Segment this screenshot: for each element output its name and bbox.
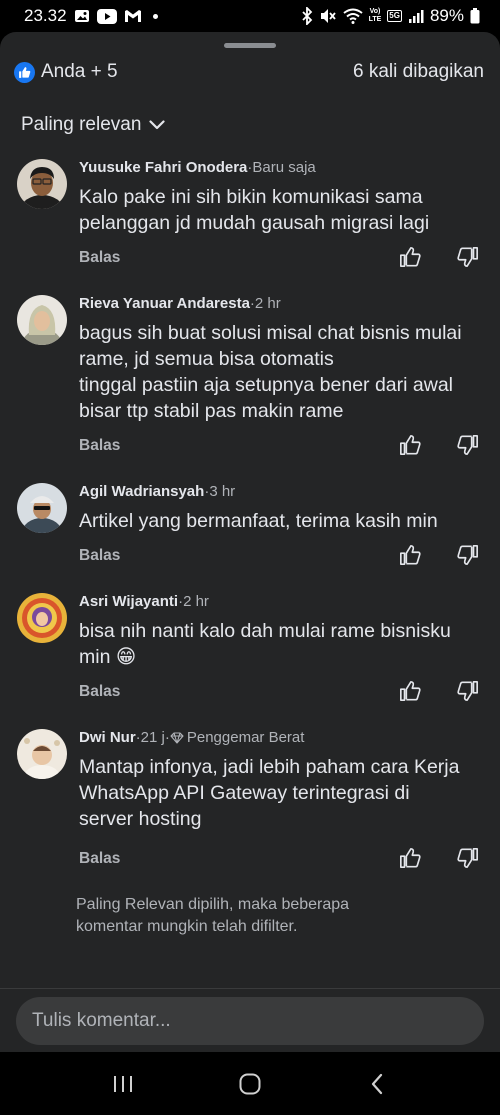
avatar[interactable]: [17, 295, 67, 345]
comment-header: Dwi Nur · 21 j · Penggemar Berat: [79, 729, 304, 746]
avatar[interactable]: [17, 729, 67, 779]
avatar[interactable]: [17, 593, 67, 643]
comment-header: Yuusuke Fahri Onodera · Baru saja: [79, 159, 316, 176]
reactions-summary[interactable]: Anda + 5: [14, 61, 118, 83]
reactions-row: Anda + 5 6 kali dibagikan: [14, 58, 484, 86]
thumbs-down-icon[interactable]: [456, 543, 480, 567]
comment-input[interactable]: Tulis komentar...: [16, 997, 484, 1045]
gallery-icon: [74, 8, 90, 24]
comment-time: Baru saja: [252, 159, 316, 176]
thumbs-up-icon[interactable]: [398, 433, 422, 457]
comment-author[interactable]: Dwi Nur: [79, 729, 136, 746]
status-bar: 23.32 Vo) LTE 5G 89%: [0, 0, 500, 32]
comment-time: 2 hr: [254, 295, 281, 312]
status-time: 23.32: [24, 6, 67, 25]
comment-author[interactable]: Agil Wadriansyah: [79, 483, 204, 500]
notification-dot-icon: [152, 13, 158, 19]
sort-label: Paling relevan: [21, 114, 142, 135]
chevron-down-icon: [149, 114, 166, 136]
thumbs-up-icon[interactable]: [398, 846, 422, 870]
comment-text: bagus sih buat solusi misal chat bisnis …: [79, 322, 462, 422]
thumbs-down-icon[interactable]: [456, 846, 480, 870]
sheet-drag-handle[interactable]: [224, 43, 276, 48]
battery-percent: 89%: [429, 6, 464, 25]
grin-emoji: 😁: [115, 646, 137, 668]
recent-apps-icon[interactable]: [103, 1064, 143, 1104]
filter-notice: Paling Relevan dipilih, maka beberapa ko…: [76, 896, 350, 935]
signal-icon: [408, 9, 424, 23]
reply-button[interactable]: Balas: [79, 850, 120, 868]
reply-button[interactable]: Balas: [79, 683, 120, 701]
comment-author[interactable]: Asri Wijayanti: [79, 593, 178, 610]
bluetooth-icon: [301, 7, 313, 25]
comment-text: Artikel yang bermanfaat, terima kasih mi…: [79, 510, 438, 532]
thumbs-down-icon[interactable]: [456, 433, 480, 457]
diamond-icon: [170, 731, 184, 744]
share-count[interactable]: 6 kali dibagikan: [353, 61, 484, 83]
comment-text: bisa nih nanti kalo dah mulai rame bisni…: [79, 620, 451, 668]
thumbs-down-icon[interactable]: [456, 679, 480, 703]
thumbs-up-icon[interactable]: [398, 245, 422, 269]
comment-actions: Balas: [79, 543, 484, 569]
comment-author[interactable]: Yuusuke Fahri Onodera: [79, 159, 247, 176]
thumbs-up-icon[interactable]: [398, 679, 422, 703]
comment-actions: Balas: [79, 679, 484, 705]
reply-button[interactable]: Balas: [79, 437, 120, 455]
home-icon[interactable]: [230, 1064, 270, 1104]
comment-author[interactable]: Rieva Yanuar Andaresta: [79, 295, 250, 312]
back-icon[interactable]: [357, 1064, 397, 1104]
avatar[interactable]: [17, 159, 67, 209]
reply-button[interactable]: Balas: [79, 547, 120, 565]
composer-bar: Tulis komentar...: [0, 988, 500, 1052]
comment-actions: Balas: [79, 245, 484, 271]
youtube-icon: [96, 8, 117, 24]
thumbs-down-icon[interactable]: [456, 245, 480, 269]
mute-icon: [319, 7, 337, 25]
comment-time: 21 j: [140, 729, 165, 746]
comment-header: Agil Wadriansyah · 3 hr: [79, 483, 235, 500]
comment-actions: Balas: [79, 433, 484, 459]
avatar[interactable]: [17, 483, 67, 533]
reply-button[interactable]: Balas: [79, 249, 120, 267]
comment-text: Kalo pake ini sih bikin komunikasi sama …: [79, 186, 430, 234]
comment-text: Mantap infonya, jadi lebih paham cara Ke…: [79, 756, 460, 830]
comment-header: Asri Wijayanti · 2 hr: [79, 593, 209, 610]
comment-time: 2 hr: [183, 593, 209, 610]
comments-sheet: Anda + 5 6 kali dibagikan Paling relevan…: [0, 32, 500, 1052]
comment-time: 3 hr: [209, 483, 236, 500]
like-reaction-icon: [14, 61, 35, 83]
battery-icon: [470, 8, 480, 24]
fan-badge: Penggemar Berat: [186, 729, 305, 746]
wifi-icon: [342, 8, 363, 24]
sort-dropdown[interactable]: Paling relevan: [21, 114, 166, 136]
thumbs-up-icon[interactable]: [398, 543, 422, 567]
comment-header: Rieva Yanuar Andaresta · 2 hr: [79, 295, 281, 312]
system-nav-bar: [0, 1052, 500, 1115]
gmail-icon: [124, 9, 142, 23]
network-5g-badge: 5G: [387, 10, 402, 22]
reactors-text: Anda + 5: [41, 61, 118, 82]
comment-actions: Balas: [79, 846, 484, 872]
volte-indicator: Vo) LTE: [368, 8, 382, 23]
